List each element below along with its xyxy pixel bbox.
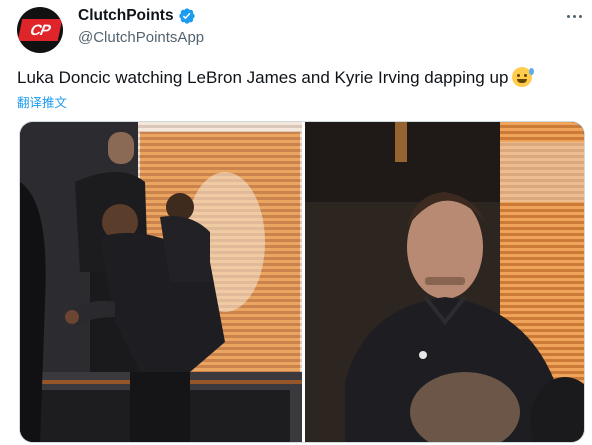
author-name-row: ClutchPoints [78, 7, 196, 25]
sweat-smile-emoji-icon [512, 67, 535, 87]
left-photo[interactable] [20, 122, 302, 442]
verified-badge-icon [178, 7, 196, 25]
author-display-name[interactable]: ClutchPoints [78, 7, 174, 25]
clutchpoints-logo: CP [17, 19, 63, 41]
tweet-text: Luka Doncic watching LeBron James and Ky… [17, 67, 535, 89]
avatar[interactable]: CP [17, 7, 63, 53]
translate-tweet-link[interactable]: 翻译推文 [17, 92, 67, 111]
more-options-icon[interactable] [562, 6, 586, 26]
tweet-body: Luka Doncic watching LeBron James and Ky… [17, 68, 509, 87]
author-handle[interactable]: @ClutchPointsApp [78, 29, 204, 46]
tweet-media [19, 121, 585, 443]
right-photo[interactable] [305, 122, 584, 442]
